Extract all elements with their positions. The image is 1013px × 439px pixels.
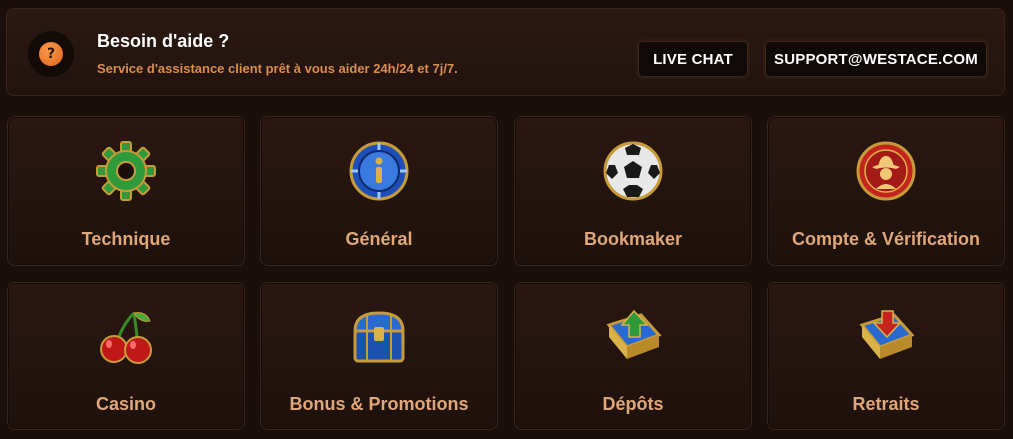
football-icon <box>603 141 663 201</box>
category-label: Dépôts <box>602 394 664 414</box>
category-label: Général <box>345 229 413 249</box>
category-label: Casino <box>95 394 156 414</box>
question-icon: ? <box>39 42 63 66</box>
gear-icon <box>96 141 156 201</box>
cowboy-profile-icon <box>856 141 916 201</box>
help-title: Besoin d'aide ? <box>97 31 230 51</box>
category-label: Retraits <box>852 394 920 414</box>
category-card-bookmaker[interactable]: Bookmaker <box>514 116 752 266</box>
category-label: Compte & Vérification <box>791 229 981 249</box>
deposit-arrow-up-icon <box>606 309 662 359</box>
info-chip-icon <box>349 141 409 201</box>
help-badge: ? <box>28 31 74 77</box>
help-subtitle: Service d'assistance client prêt à vous … <box>97 61 458 76</box>
category-card-bonus-promotions[interactable]: Bonus & Promotions <box>260 282 498 430</box>
support-email-button[interactable]: SUPPORT@WESTACE.COM <box>763 39 989 79</box>
category-label: Bonus & Promotions <box>289 394 469 414</box>
withdraw-arrow-down-icon <box>859 310 915 359</box>
category-card-depots[interactable]: Dépôts <box>514 282 752 430</box>
category-label: Technique <box>81 229 171 249</box>
treasure-chest-icon <box>353 311 405 363</box>
category-card-retraits[interactable]: Retraits <box>767 282 1005 430</box>
category-card-technique[interactable]: Technique <box>7 116 245 266</box>
category-card-compte-verification[interactable]: Compte & Vérification <box>767 116 1005 266</box>
cherries-icon <box>100 311 152 364</box>
help-banner: ? Besoin d'aide ? Service d'assistance c… <box>6 8 1005 96</box>
category-label: Bookmaker <box>583 229 683 249</box>
category-card-general[interactable]: Général <box>260 116 498 266</box>
live-chat-button[interactable]: LIVE CHAT <box>636 39 750 79</box>
category-card-casino[interactable]: Casino <box>7 282 245 430</box>
